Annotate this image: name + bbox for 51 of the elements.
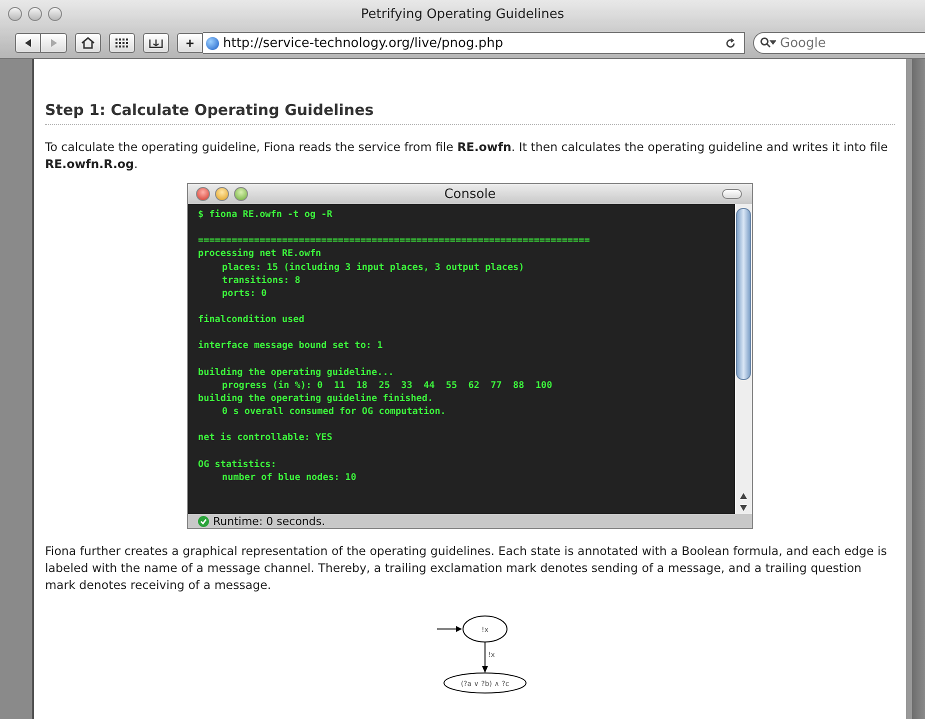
back-button[interactable] xyxy=(15,33,41,53)
globe-icon xyxy=(206,36,219,50)
console-line: building the operating guideline finished. xyxy=(198,392,434,406)
close-button[interactable] xyxy=(8,7,22,21)
console-line: OG statistics: xyxy=(198,458,278,471)
grid-button[interactable] xyxy=(109,33,135,53)
console-line: $ fiona RE.owfn -t og -R xyxy=(198,208,334,222)
tray-icon xyxy=(149,37,163,49)
check-icon xyxy=(198,516,209,526)
scroll-down-icon[interactable] xyxy=(740,505,747,511)
console-line: interface message bound set to: 1 xyxy=(198,339,384,353)
home-button[interactable] xyxy=(75,33,101,53)
state-node xyxy=(462,616,508,642)
zoom-button[interactable] xyxy=(234,187,248,201)
console-line: building the operating guideline... xyxy=(198,366,395,379)
console-line: ports: 0 xyxy=(221,287,268,300)
right-triangle-icon xyxy=(48,38,58,48)
page-scrollbar[interactable] xyxy=(912,59,925,719)
toolbar-toggle-button[interactable] xyxy=(722,189,742,199)
zoom-button[interactable] xyxy=(48,7,62,21)
console-line: progress (in %): 0 11 18 25 33 44 55 62 77 88 100 xyxy=(221,378,554,392)
window-title: Petrifying Operating Guidelines xyxy=(360,6,564,22)
description-paragraph: Fiona further creates a graphical representation of the operating guidelines. Each state is annotated with a Boolean formula, and each edge is labeled with the name of a message channel. Thereby, a trailing exclamation mark denotes sending of a message, and a trailing question mark denotes receiving of a message. xyxy=(45,543,888,594)
console-line: finalcondition used xyxy=(198,313,306,326)
minimize-button[interactable] xyxy=(215,187,229,201)
scroll-thumb[interactable] xyxy=(736,208,751,380)
console-line: number of blue nodes: 10 xyxy=(221,470,358,484)
minimize-button[interactable] xyxy=(28,7,42,21)
console-line: transitions: 8 xyxy=(221,274,302,288)
console-line: 0 s overall consumed for OG computation. xyxy=(221,405,447,418)
close-button[interactable] xyxy=(196,187,210,201)
scrollbar[interactable] xyxy=(735,204,752,514)
left-triangle-icon xyxy=(23,38,33,48)
console-line: net is controllable: YES xyxy=(198,431,334,445)
address-field[interactable]: http://service-technology.org/live/pnog.php xyxy=(203,32,745,54)
add-bookmark-button[interactable]: + xyxy=(177,33,203,53)
edge-arrow xyxy=(482,642,488,673)
section-heading: Step 1: Calculate Operating Guidelines xyxy=(45,101,895,125)
runtime-status: Runtime: 0 seconds. xyxy=(213,514,326,528)
console-line: ====================================================================== xyxy=(198,234,591,248)
reload-icon[interactable] xyxy=(725,38,736,48)
console-title: Console xyxy=(444,186,496,202)
intro-paragraph: To calculate the operating guideline, Fiona reads the service from file RE.owfn. It then calculates the operating guideline and writes it into file RE.owfn.R.og. xyxy=(45,139,889,173)
entry-arrow xyxy=(436,626,462,632)
console-line: processing net RE.owfn xyxy=(198,247,322,261)
search-field[interactable]: Google xyxy=(753,32,925,54)
console-line: places: 15 (including 3 input places, 3 output places) xyxy=(221,260,526,274)
tray-button[interactable] xyxy=(143,33,169,53)
grid-icon xyxy=(115,38,129,48)
scroll-up-icon[interactable] xyxy=(740,493,747,499)
home-icon xyxy=(81,37,95,49)
